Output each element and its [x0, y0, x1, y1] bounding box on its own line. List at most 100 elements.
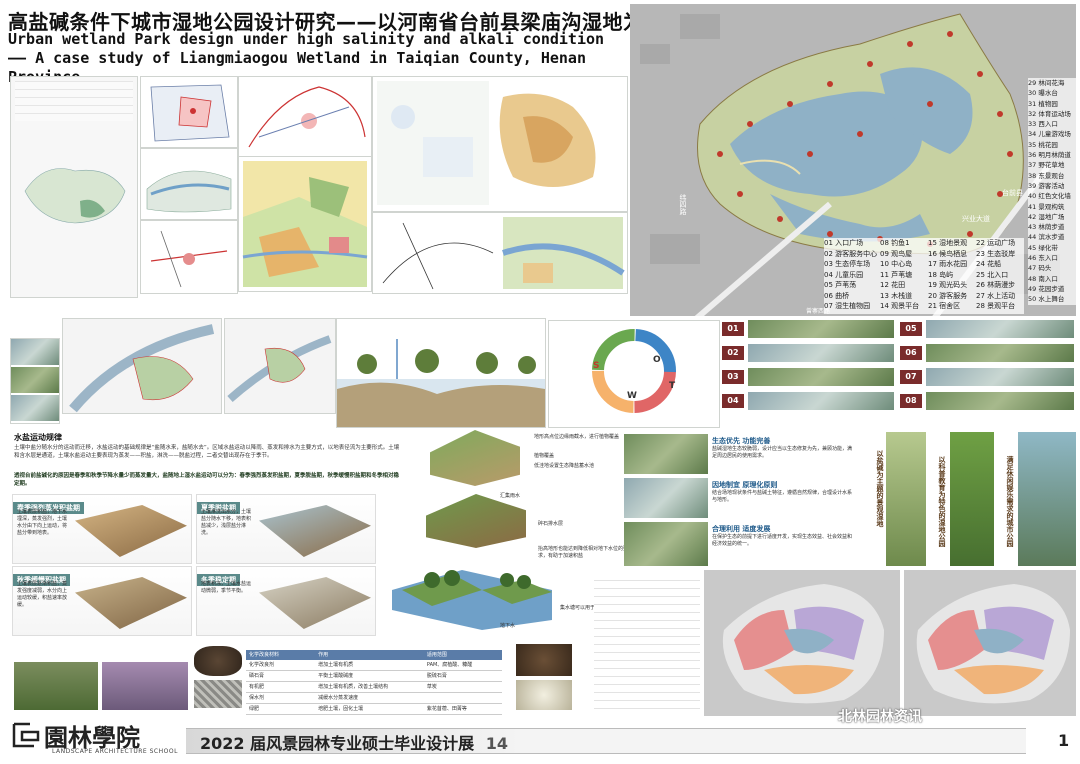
- logo-mark-icon: [10, 720, 42, 750]
- diagram-label-8: 地下水: [500, 623, 516, 629]
- legend-item: 10 中心岛: [880, 260, 913, 268]
- legend-item: 38 东景观台: [1028, 171, 1065, 180]
- concept-label-2: 以科普教育为特色的湿地公园: [938, 456, 946, 547]
- legend-col-1: 01 入口广场 02 游客服务中心 03 生态停车场 04 儿童乐园 05 芦苇…: [824, 238, 880, 314]
- legend-item: 23 生态驳岸: [976, 249, 1016, 258]
- legend-item: 06 曲桥: [824, 291, 850, 300]
- site-map-b: [224, 318, 336, 414]
- season-text: 土壤表层积盐，地下水埋深，蒸发强烈，土壤水分由下向上运动，将盐分带到地表。: [17, 509, 68, 536]
- table-cell: 增加土壤有机质: [318, 662, 354, 668]
- table-cell: 增加土壤有机质，改善土壤结构: [318, 684, 389, 690]
- concept-photo-3: [1018, 432, 1076, 566]
- legend-item: 12 花田: [880, 281, 906, 289]
- legend-col-3: 15 湿地景观 16 候鸟栖息 17 雨水花园 18 岛屿 19 观光码头 20…: [928, 238, 976, 314]
- soil-block: [259, 505, 371, 557]
- stage-tag-07: 07: [900, 370, 922, 384]
- table-cell: 脱硫石膏: [426, 673, 447, 679]
- legend-col-4: 22 运动广场 23 生态驳岸 24 花船 25 北入口 26 林荫漫步 27 …: [976, 238, 1024, 314]
- swot-s: S: [593, 361, 600, 371]
- legend-item: 34 儿童游戏场: [1028, 130, 1071, 139]
- soil-block: [259, 577, 371, 629]
- table-row: 磷石膏 平衡土壤酸碱度 脱硫石膏: [246, 671, 502, 682]
- county-map-panel: [140, 148, 238, 220]
- location-analysis-panel: [10, 76, 138, 298]
- table-header-cell: 作用: [318, 652, 329, 658]
- stage-tag-06: 06: [900, 346, 922, 360]
- table-row: 保水剂 减缓水分蒸发速度: [246, 693, 502, 704]
- landuse-map-panel: [238, 156, 372, 292]
- zoning-map-1: [704, 570, 900, 716]
- diagram-label-4: 汇集雨水: [500, 493, 521, 499]
- table-cell: 草炭: [426, 684, 437, 690]
- legend-item: 46 东入口: [1028, 254, 1058, 263]
- soil-block: [75, 505, 187, 557]
- strategy-title: 生态优先 功能完善: [712, 437, 771, 445]
- strategy-card-3: 合理利用 适度发展 在保护生态的前提下进行适度开发，实现生态效益、社会效益和经济…: [624, 522, 856, 566]
- legend-item: 17 雨水花园: [928, 260, 968, 268]
- legend-item: 03 生态停车场: [824, 260, 871, 268]
- legend-item: 48 南入口: [1028, 274, 1058, 283]
- stage-tag-01: 01: [722, 322, 744, 336]
- legend-col-2: 08 钓鱼1 09 观鸟屋 10 中心岛 11 芦苇塘 12 花田 13 木栈道…: [880, 238, 928, 314]
- table-cell: 平衡土壤酸碱度: [318, 673, 354, 679]
- region-map-panel: [140, 76, 238, 148]
- legend-item: 32 体育运动场: [1028, 109, 1071, 118]
- soil-photo-2: [194, 680, 242, 708]
- salt-accumulation-text: 透视台前盐碱化的原因是春季和秋季节降水量少而蒸发量大，盐随地上湿水盐运动可以分为…: [14, 473, 400, 487]
- swot-w: W: [627, 391, 637, 401]
- strategy-title: 因地制宜 原理化原则: [712, 481, 778, 489]
- table-cell: 化学改良剂: [249, 662, 275, 668]
- road-analysis-panel: [372, 212, 628, 294]
- watermark-text: 北林园林资讯: [838, 709, 922, 725]
- photos-left: [10, 338, 60, 424]
- table-row: 化学改良剂 增加土壤有机质 PAM、腐植酸、糠醛: [246, 660, 502, 671]
- legend-item: 28 景观平台: [976, 302, 1016, 310]
- legend-item: 47 码头: [1028, 264, 1052, 273]
- legend-item: 45 绿化带: [1028, 243, 1058, 252]
- stage-photo: [748, 320, 894, 338]
- table-header-cell: 适用范围: [426, 652, 447, 658]
- site-photo: [11, 395, 59, 421]
- legend-item: 05 芦苇荡: [824, 281, 857, 289]
- table-cell: 绿肥: [249, 706, 260, 712]
- site-photo: [11, 339, 59, 365]
- swot-t: T: [669, 381, 676, 391]
- legend-item: 30 曝水台: [1028, 89, 1058, 98]
- strategy-text: 盐碱湿地生态较脆弱，设计应当以生态修复为先，兼顾功能，满足周边居民的使用需求。: [712, 446, 853, 459]
- exhibition-number: 14: [485, 734, 508, 753]
- legend-item: 24 花船: [976, 260, 1002, 268]
- table-cell: [427, 693, 502, 703]
- stage-photo: [926, 344, 1074, 362]
- concept-label-3: 满足休闲娱乐需求的城市公园: [1006, 456, 1014, 547]
- legend-item: 36 明月林荫道: [1028, 151, 1071, 160]
- soil-photo-1: [194, 646, 242, 676]
- stage-tag-02: 02: [722, 346, 744, 360]
- diagram-label-5: 碎石排水层: [538, 521, 564, 527]
- plan-legend: 01 入口广场 02 游客服务中心 03 生态停车场 04 儿童乐园 05 芦苇…: [824, 238, 1024, 314]
- strategy-title: 合理利用 适度发展: [712, 525, 771, 533]
- plant-photo-2: [102, 662, 188, 710]
- swot-diagram: [592, 329, 676, 413]
- legend-item: 11 芦苇塘: [880, 270, 913, 279]
- legend-item: 39 游客活动: [1028, 181, 1065, 190]
- plan-legend-right: 29 林间花海 30 曝水台 31 植物园 32 体育运动场 33 西入口 34…: [1028, 78, 1078, 305]
- terrain-diagram-3: [392, 560, 552, 630]
- legend-item: 21 宿舍区: [928, 302, 961, 310]
- logo-subtext: LANDSCAPE ARCHITECTURE SCHOOL: [52, 748, 178, 755]
- zoning-text-block: [594, 576, 700, 716]
- legend-item: 13 木栈道: [880, 291, 913, 300]
- diagram-label-2: 植物覆盖: [534, 453, 555, 459]
- table-cell: PAM、腐植酸、糠醛: [426, 662, 473, 668]
- table-cell: 培肥土壤，固化土壤: [318, 706, 364, 712]
- table-cell: 保水剂: [249, 695, 265, 701]
- legend-item: 20 游客服务: [928, 291, 968, 300]
- season-card-winter: 冬季稳定期 地表积冻，土壤水盐运动微弱，季节平衡。: [196, 566, 376, 636]
- legend-item: 19 观光码头: [928, 281, 968, 289]
- season-card-autumn: 秋季缓慢积盐期 土壤表层逐渐积盐，蒸发强度减弱，水分向上运动较缓，积盐速率放缓。: [12, 566, 192, 636]
- road-label-1: 纬四路: [679, 194, 687, 215]
- soil-photo-3: [516, 644, 572, 676]
- stage-photo: [926, 320, 1074, 338]
- stage-photo: [748, 392, 894, 410]
- season-text: 地表积冻，土壤水盐运动微弱，季节平衡。: [201, 581, 252, 594]
- soil-photo-4: [516, 680, 572, 710]
